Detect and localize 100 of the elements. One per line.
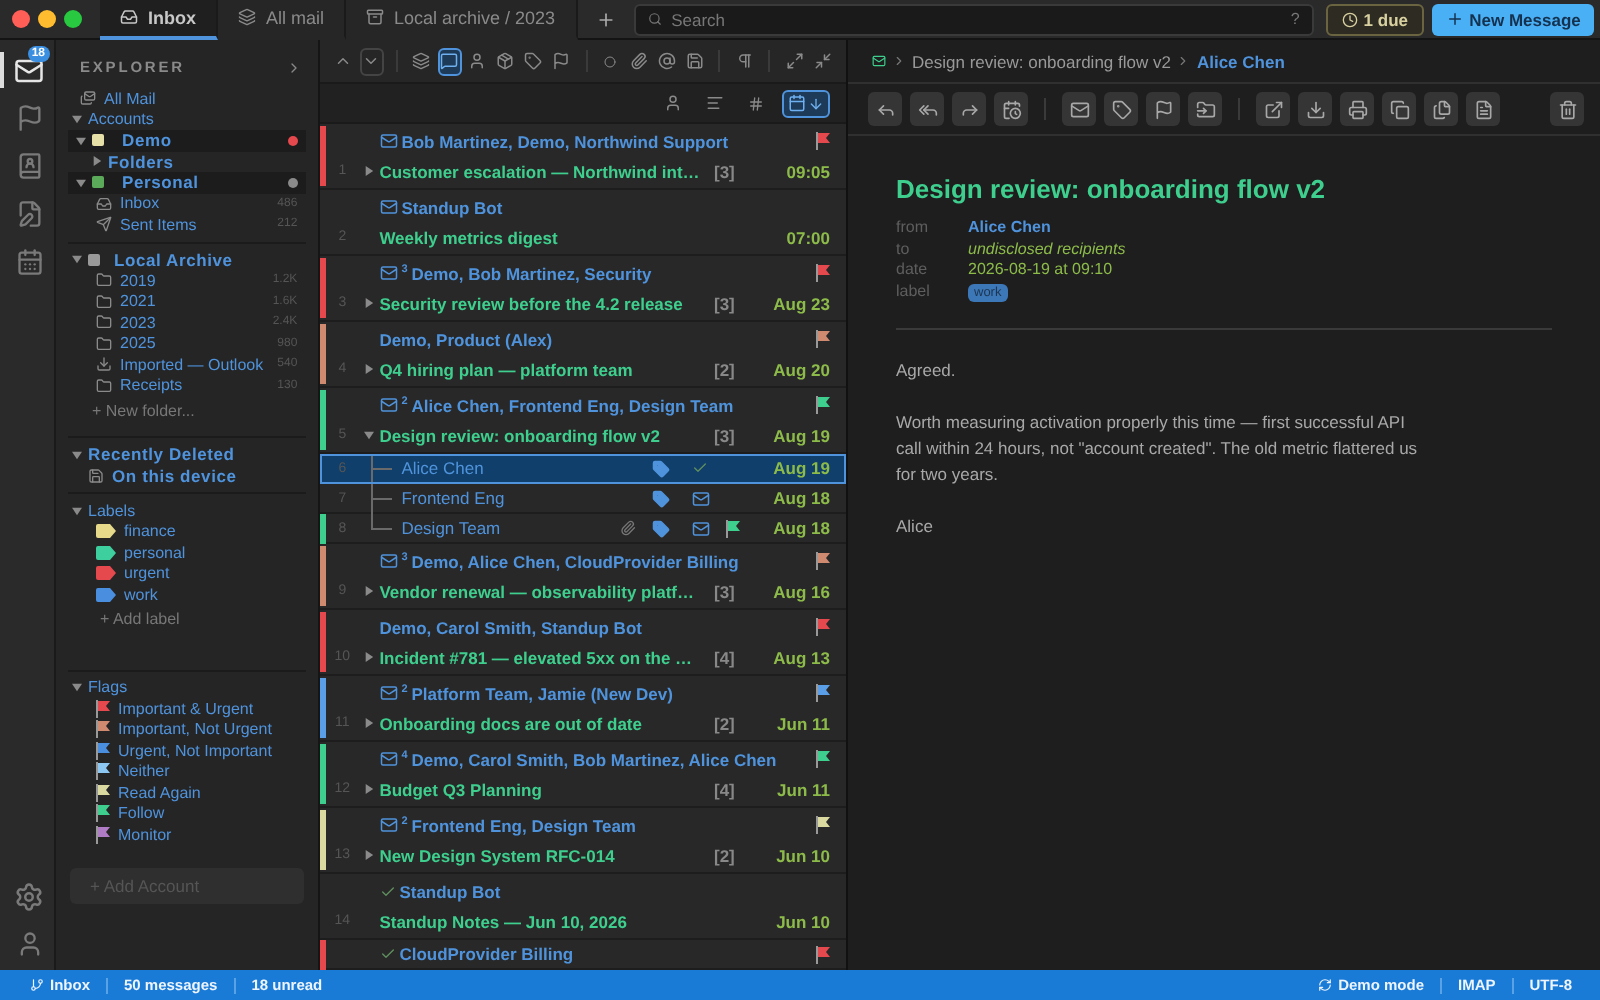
- sidebar-item[interactable]: Monitor: [96, 825, 298, 844]
- caret-icon[interactable]: [92, 156, 102, 167]
- caret-icon[interactable]: [72, 114, 82, 125]
- sidebar-item[interactable]: All Mail: [80, 89, 298, 108]
- body-paragraph: Alice: [896, 514, 935, 540]
- sidebar-item[interactable]: Neither: [96, 762, 298, 781]
- sidebar-item[interactable]: Important, Not Urgent: [96, 720, 298, 739]
- sidebar-item[interactable]: finance: [96, 522, 298, 541]
- toolbar-button[interactable]: [1104, 92, 1138, 126]
- add-link[interactable]: + Add label: [100, 610, 180, 628]
- search-field[interactable]: Search ?: [633, 3, 1314, 35]
- caret-icon[interactable]: [72, 254, 82, 265]
- section-header[interactable]: Flags: [88, 678, 298, 697]
- toolbar-button[interactable]: [1062, 92, 1096, 126]
- sidebar-item[interactable]: Read Again: [96, 783, 298, 802]
- toolbar-button[interactable]: [994, 92, 1028, 126]
- at-sign-icon: [657, 52, 676, 70]
- caret-icon[interactable]: [72, 505, 82, 516]
- archive-square-icon: [88, 253, 100, 266]
- account-name[interactable]: Personal: [122, 172, 282, 193]
- message-row[interactable]: CloudProvider Billing: [319, 940, 846, 970]
- toolbar-button[interactable]: [1382, 92, 1416, 126]
- sidebar-item[interactable]: work: [96, 585, 298, 604]
- caret-icon[interactable]: [364, 298, 375, 308]
- sidebar-item[interactable]: Inbox: [96, 194, 272, 213]
- delete-button[interactable]: [1550, 92, 1584, 126]
- caret-icon[interactable]: [364, 718, 375, 728]
- toolbar-button[interactable]: [1146, 92, 1180, 126]
- toolbar-button[interactable]: [868, 92, 902, 126]
- toolbar-button[interactable]: [493, 47, 518, 75]
- field-value[interactable]: Alice Chen: [968, 218, 1051, 239]
- sidebar-item[interactable]: urgent: [96, 564, 298, 583]
- toolbar-button[interactable]: [409, 47, 434, 75]
- sidebar-item[interactable]: Folders: [108, 151, 298, 172]
- sidebar-item[interactable]: personal: [96, 543, 298, 562]
- caret-icon[interactable]: [364, 652, 375, 662]
- caret-icon[interactable]: [364, 430, 375, 440]
- section-header[interactable]: Labels: [88, 501, 298, 520]
- breadcrumb-item[interactable]: Design review: onboarding flow v2: [912, 51, 1171, 71]
- sidebar-item[interactable]: 2019: [96, 271, 267, 290]
- toolbar-button[interactable]: [654, 47, 679, 75]
- section-header[interactable]: Recently Deleted: [88, 444, 298, 465]
- caret-icon[interactable]: [364, 364, 375, 374]
- sidebar-item[interactable]: Imported — Outlook: [96, 355, 272, 374]
- message-date: Aug 23: [771, 293, 830, 313]
- account-row[interactable]: Demo: [68, 130, 306, 151]
- message-subject: Onboarding docs are out of date: [379, 713, 644, 733]
- sidebar-item[interactable]: On this device: [88, 465, 298, 486]
- due-button[interactable]: 1 due: [1325, 3, 1424, 35]
- caret-icon[interactable]: [76, 177, 86, 188]
- tab[interactable]: Local archive / 2023: [346, 0, 578, 39]
- caret-icon[interactable]: [72, 682, 82, 693]
- section-header[interactable]: Accounts: [88, 110, 298, 129]
- caret-icon[interactable]: [364, 166, 375, 176]
- toolbar-button[interactable]: [1340, 92, 1374, 126]
- tab[interactable]: All mail: [218, 0, 347, 39]
- reply-sender: Alice Chen: [401, 458, 486, 478]
- sort-button[interactable]: [782, 89, 830, 117]
- sidebar-item[interactable]: 2023: [96, 313, 267, 332]
- field-label: from: [896, 218, 930, 239]
- minimize-button[interactable]: [38, 10, 56, 28]
- toolbar-button[interactable]: [1188, 92, 1222, 126]
- caret-icon[interactable]: [364, 586, 375, 596]
- sidebar-item[interactable]: Urgent, Not Important: [96, 741, 298, 760]
- zoom-button[interactable]: [64, 10, 82, 28]
- toolbar-button[interactable]: [1424, 92, 1458, 126]
- account-row[interactable]: Personal: [68, 172, 306, 193]
- forward-icon: [959, 99, 979, 119]
- toolbar-button[interactable]: [549, 47, 574, 75]
- caret-icon[interactable]: [364, 850, 375, 860]
- message-sender: Platform Team, Jamie (New Dev): [411, 683, 675, 703]
- sidebar-item[interactable]: Sent Items: [96, 215, 272, 234]
- mails-icon: [80, 90, 96, 107]
- toolbar-button[interactable]: [910, 92, 944, 126]
- help-mark[interactable]: ?: [1290, 10, 1300, 28]
- new-message-button[interactable]: New Message: [1432, 3, 1594, 35]
- section-header[interactable]: Local Archive: [114, 249, 298, 270]
- caret-icon[interactable]: [76, 135, 86, 146]
- toolbar-button[interactable]: [1466, 92, 1500, 126]
- toolbar-button[interactable]: [1256, 92, 1290, 126]
- breadcrumb-item[interactable]: Alice Chen: [1196, 51, 1285, 71]
- toolbar-button[interactable]: [626, 47, 651, 75]
- sidebar-item[interactable]: 2025: [96, 334, 272, 353]
- person-icon: [664, 94, 682, 112]
- add-link[interactable]: + New folder...: [92, 401, 195, 419]
- message-subject: New Design System RFC-014: [379, 845, 617, 865]
- toolbar-button[interactable]: [521, 47, 546, 75]
- toolbar-button[interactable]: [952, 92, 986, 126]
- caret-icon[interactable]: [364, 784, 375, 794]
- account-name[interactable]: Demo: [122, 130, 282, 151]
- toolbar-button[interactable]: [359, 47, 384, 75]
- toolbar-button[interactable]: [437, 47, 462, 75]
- caret-icon[interactable]: [72, 449, 82, 460]
- sidebar-item[interactable]: 2021: [96, 292, 267, 311]
- sidebar-item[interactable]: Receipts: [96, 376, 272, 395]
- sidebar-item[interactable]: Important & Urgent: [96, 699, 298, 718]
- toolbar-button[interactable]: [1298, 92, 1332, 126]
- close-button[interactable]: [12, 10, 30, 28]
- tab[interactable]: Inbox: [100, 0, 218, 39]
- sidebar-item[interactable]: Follow: [96, 804, 298, 823]
